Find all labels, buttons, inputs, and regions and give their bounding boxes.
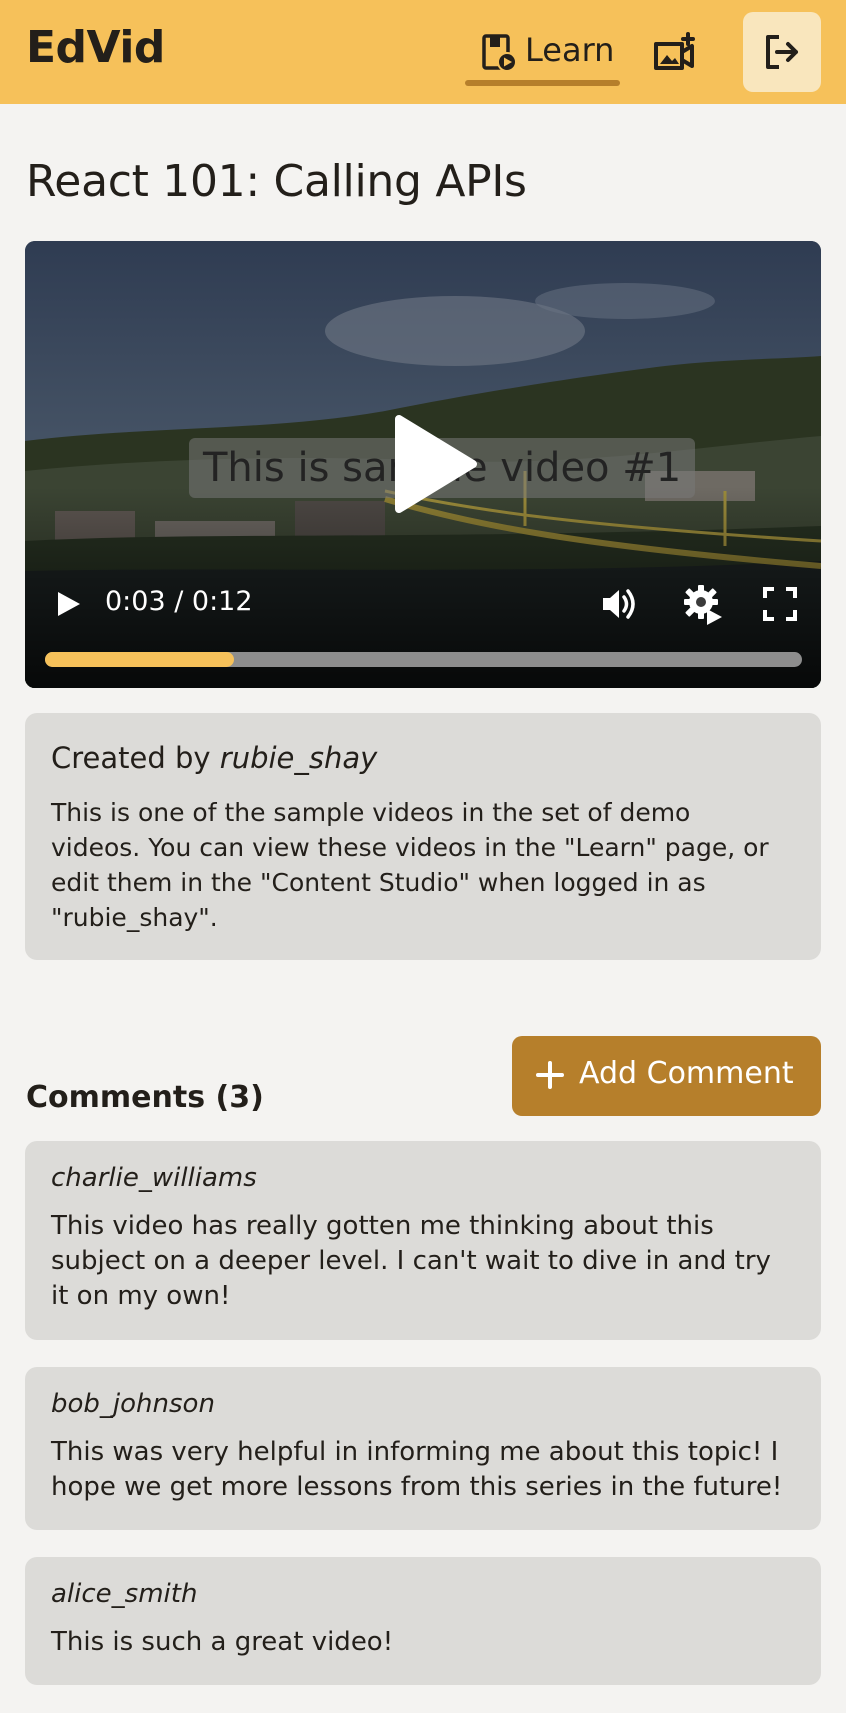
nav-content-studio-link[interactable]: [652, 30, 702, 76]
comment-author: bob_johnson: [51, 1389, 215, 1419]
add-comment-label: Add Comment: [579, 1056, 794, 1091]
created-by: Created by rubie_shay: [51, 741, 377, 775]
video-camera-icon: [654, 32, 695, 70]
comment-text: This video has really gotten me thinking…: [51, 1211, 771, 1311]
plus-icon: [536, 1061, 564, 1089]
settings-gear-icon[interactable]: [682, 583, 724, 625]
created-by-prefix: Created by: [51, 741, 220, 775]
nav-learn-link[interactable]: Learn: [465, 20, 620, 86]
active-tab-indicator: [465, 80, 620, 86]
comment-card: bob_johnson This was very helpful in inf…: [25, 1367, 821, 1530]
video-library-icon: [482, 34, 517, 72]
video-time: 0:03 / 0:12: [105, 586, 253, 617]
comment-author: charlie_williams: [51, 1163, 257, 1193]
comment-card: charlie_williams This video has really g…: [25, 1141, 821, 1340]
video-description: This is one of the sample videos in the …: [51, 798, 769, 932]
comment-text: This was very helpful in informing me ab…: [51, 1437, 783, 1502]
video-player[interactable]: This is sample video #1 0:03 / 0:12: [25, 241, 821, 688]
big-play-icon[interactable]: [393, 413, 479, 515]
video-title: React 101: Calling APIs: [26, 156, 527, 207]
comment-text: This is such a great video!: [51, 1627, 394, 1657]
logout-button[interactable]: [743, 12, 821, 92]
add-comment-button[interactable]: Add Comment: [512, 1036, 821, 1116]
brand-logo[interactable]: EdVid: [26, 22, 165, 73]
comment-card: alice_smith This is such a great video!: [25, 1557, 821, 1685]
video-progress-bar[interactable]: [45, 652, 802, 667]
creator-name: rubie_shay: [219, 741, 378, 775]
top-navbar: EdVid Learn: [0, 0, 846, 104]
volume-icon[interactable]: [600, 586, 640, 622]
logout-icon: [766, 35, 798, 69]
video-info-card: Created by rubie_shay This is one of the…: [25, 713, 821, 960]
comments-heading: Comments (3): [26, 1080, 264, 1115]
play-icon[interactable]: [52, 588, 84, 620]
fullscreen-icon[interactable]: [762, 586, 798, 622]
comment-author: alice_smith: [51, 1579, 198, 1609]
nav-learn-label: Learn: [525, 31, 615, 69]
video-progress-fill: [45, 652, 235, 667]
